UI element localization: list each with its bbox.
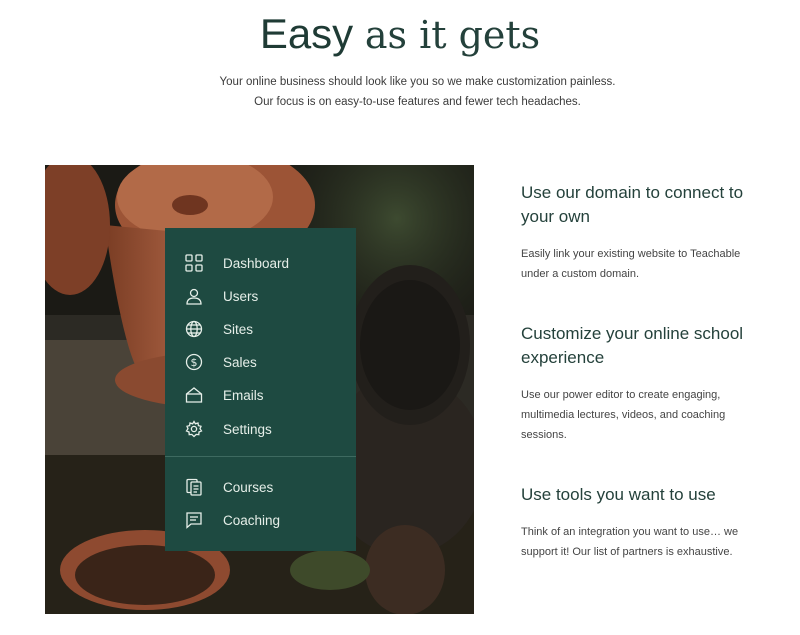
headline-rest: as it gets	[364, 13, 541, 57]
feature-text-tools: Think of an integration you want to use……	[521, 526, 739, 558]
feature-title-tools: Use tools you want to use	[521, 485, 716, 504]
gear-icon	[184, 419, 204, 439]
globe-icon	[184, 319, 204, 339]
feature-title-domain: Use our domain to connect to your own	[521, 183, 744, 226]
courses-icon	[184, 477, 204, 497]
menu-label-coaching: Coaching	[223, 512, 281, 528]
menu-item-emails[interactable]: Emails	[184, 384, 264, 406]
menu-label-courses: Courses	[223, 479, 274, 495]
grid-icon	[184, 253, 204, 273]
envelope-icon	[184, 385, 204, 405]
menu-item-sales[interactable]: $ Sales	[184, 351, 257, 373]
intro-line-2: Our focus is on easy-to-use features and…	[254, 96, 581, 108]
dollar-icon: $	[184, 352, 204, 372]
menu-item-courses[interactable]: Courses	[184, 476, 273, 498]
menu-label-sites: Sites	[223, 321, 254, 337]
menu-label-settings: Settings	[223, 421, 272, 437]
feature-title-customize: Customize your online school experience	[521, 324, 744, 367]
menu-label-sales: Sales	[223, 354, 257, 370]
menu-item-coaching[interactable]: Coaching	[184, 509, 280, 531]
feature-customize: Customize your online school experience …	[521, 322, 771, 445]
chat-icon	[184, 510, 204, 530]
menu-label-dashboard: Dashboard	[223, 255, 290, 271]
menu-divider	[165, 456, 356, 457]
menu-item-dashboard[interactable]: Dashboard	[184, 252, 289, 274]
feature-text-customize: Use our power editor to create engaging,…	[521, 389, 726, 441]
menu-item-settings[interactable]: Settings	[184, 418, 272, 440]
menu-item-sites[interactable]: Sites	[184, 318, 253, 340]
dashboard-menu: Dashboard Users Sites $ Sales Emails Set…	[165, 228, 356, 551]
page-headline: Easy as it gets	[0, 10, 800, 59]
menu-label-users: Users	[223, 288, 259, 304]
headline-emphasis: Easy	[259, 10, 354, 57]
svg-text:$: $	[191, 356, 198, 369]
menu-label-emails: Emails	[223, 387, 264, 403]
feature-tools: Use tools you want to use Think of an in…	[521, 483, 771, 562]
feature-domain: Use our domain to connect to your own Ea…	[521, 181, 771, 284]
intro-text: Your online business should look like yo…	[0, 72, 800, 112]
plant-pots-photo: Dashboard Users Sites $ Sales Emails Set…	[45, 165, 474, 614]
user-icon	[184, 286, 204, 306]
feature-text-domain: Easily link your existing website to Tea…	[521, 248, 741, 280]
intro-line-1: Your online business should look like yo…	[219, 76, 616, 88]
menu-item-users[interactable]: Users	[184, 285, 258, 307]
